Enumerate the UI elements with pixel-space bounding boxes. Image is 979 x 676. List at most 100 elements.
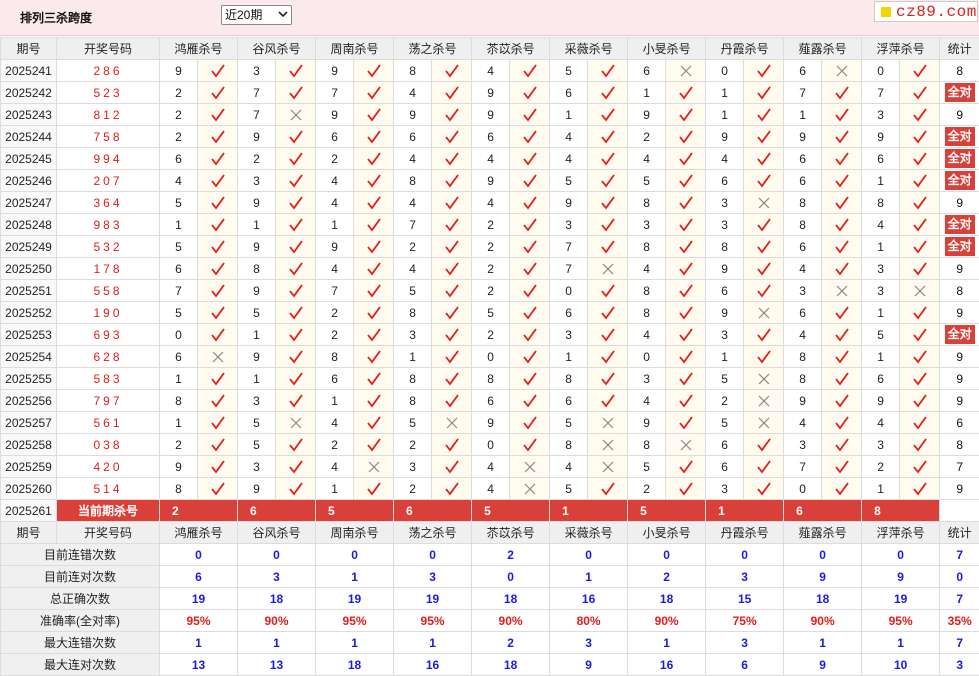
check-icon (510, 324, 550, 346)
row-stat-value: 9 (956, 372, 963, 386)
stats-value: 19 (160, 588, 238, 610)
period-cell: 2025254 (1, 346, 57, 368)
check-icon (432, 434, 472, 456)
stats-value: 90% (784, 610, 862, 632)
stats-row: 最大连错次数11112313117 (1, 632, 979, 654)
check-icon (432, 302, 472, 324)
check-icon (822, 346, 862, 368)
period-range-select[interactable]: 近20期 (221, 5, 292, 25)
stats-total: 3 (940, 654, 979, 676)
col-header-expert: 采薇杀号 (550, 38, 628, 60)
stats-value: 18 (472, 654, 550, 676)
check-icon (900, 126, 940, 148)
check-icon (354, 170, 394, 192)
kill-number-cell: 5 (238, 412, 276, 434)
period-cell: 2025259 (1, 456, 57, 478)
check-icon (510, 390, 550, 412)
stats-value: 1 (394, 632, 472, 654)
site-logo[interactable]: cz89.com (874, 1, 978, 22)
draw-code-cell: 523 (57, 82, 160, 104)
kill-number-cell: 8 (160, 390, 198, 412)
kill-number-cell: 4 (394, 192, 432, 214)
row-stat-value: 8 (956, 438, 963, 452)
check-icon (276, 390, 316, 412)
col-header-expert: 周南杀号 (316, 38, 394, 60)
current-kill-number: 8 (862, 500, 940, 522)
check-icon (666, 104, 706, 126)
period-cell: 2025247 (1, 192, 57, 214)
check-icon (822, 170, 862, 192)
stats-label: 最大连错次数 (1, 632, 160, 654)
kill-number-cell: 9 (784, 390, 822, 412)
stats-value: 18 (628, 588, 706, 610)
kill-number-cell: 6 (472, 390, 510, 412)
check-icon (198, 412, 238, 434)
kill-number-cell: 1 (862, 478, 900, 500)
check-icon (198, 60, 238, 82)
kill-number-cell: 7 (316, 82, 354, 104)
check-icon (276, 302, 316, 324)
row-stat-cell: 9 (940, 478, 979, 500)
kill-number-cell: 3 (628, 368, 666, 390)
kill-number-cell: 7 (160, 280, 198, 302)
stats-value: 1 (238, 632, 316, 654)
stats-value: 1 (862, 632, 940, 654)
period-cell: 2025242 (1, 82, 57, 104)
cross-icon (744, 412, 784, 434)
logo-text: cz89.com (896, 3, 977, 21)
row-stat-value: 9 (956, 108, 963, 122)
check-icon (432, 478, 472, 500)
check-icon (588, 302, 628, 324)
kill-number-cell: 8 (472, 368, 510, 390)
col-header-expert: 丹霞杀号 (706, 522, 784, 544)
kill-number-cell: 2 (394, 478, 432, 500)
kill-number-cell: 9 (784, 126, 822, 148)
stats-value: 75% (706, 610, 784, 632)
stats-total: 7 (940, 544, 979, 566)
check-icon (198, 456, 238, 478)
check-icon (666, 258, 706, 280)
stats-value: 3 (706, 566, 784, 588)
kill-number-cell: 8 (394, 390, 432, 412)
check-icon (354, 104, 394, 126)
kill-number-cell: 9 (628, 412, 666, 434)
stats-value: 9 (550, 654, 628, 676)
check-icon (666, 192, 706, 214)
kill-number-cell: 9 (472, 170, 510, 192)
kill-number-cell: 1 (238, 368, 276, 390)
check-icon (432, 214, 472, 236)
stats-value: 0 (550, 544, 628, 566)
current-kill-label: 当前期杀号 (57, 500, 160, 522)
kill-number-cell: 3 (706, 324, 744, 346)
kill-number-cell: 8 (862, 192, 900, 214)
kill-number-cell: 4 (550, 148, 588, 170)
table-row: 202525942093434456727 (1, 456, 979, 478)
check-icon (354, 324, 394, 346)
kill-number-cell: 2 (394, 434, 432, 456)
row-stat-value: 8 (956, 64, 963, 78)
all-correct-badge: 全对 (945, 83, 975, 102)
check-icon (822, 148, 862, 170)
kill-number-cell: 9 (472, 82, 510, 104)
col-header-expert: 薤露杀号 (784, 522, 862, 544)
kill-number-cell: 1 (316, 478, 354, 500)
kill-number-cell: 9 (238, 192, 276, 214)
check-icon (432, 60, 472, 82)
check-icon (354, 258, 394, 280)
stats-value: 2 (472, 544, 550, 566)
period-cell: 2025253 (1, 324, 57, 346)
kill-number-cell: 4 (862, 214, 900, 236)
stats-value: 1 (784, 632, 862, 654)
check-icon (588, 280, 628, 302)
check-icon (276, 478, 316, 500)
kill-number-cell: 4 (472, 192, 510, 214)
check-icon (666, 126, 706, 148)
col-header-stat: 统计 (940, 522, 979, 544)
kill-number-cell: 2 (316, 324, 354, 346)
check-icon (198, 258, 238, 280)
check-icon (354, 434, 394, 456)
row-stat-value: 9 (956, 482, 963, 496)
kill-number-cell: 6 (784, 236, 822, 258)
kill-number-cell: 3 (628, 214, 666, 236)
check-icon (354, 82, 394, 104)
